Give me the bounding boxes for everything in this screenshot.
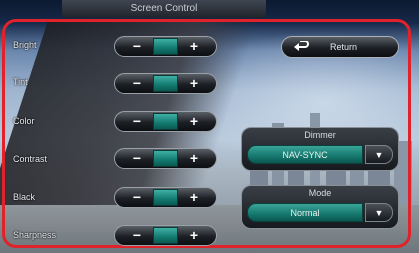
dimmer-dropdown-arrow-icon[interactable]: ▼ [365, 145, 393, 164]
contrast-stepper: − + [114, 148, 217, 169]
tint-level-indicator [153, 75, 178, 92]
dimmer-select[interactable]: NAV-SYNC ▼ [247, 145, 393, 164]
bright-level-indicator [153, 38, 178, 55]
color-plus-button[interactable]: + [178, 112, 210, 131]
mode-value[interactable]: Normal [247, 203, 363, 222]
tint-label: Tint [13, 77, 28, 87]
black-minus-button[interactable]: − [121, 188, 153, 207]
color-stepper: − + [114, 111, 217, 132]
mode-panel: Mode Normal ▼ [241, 185, 399, 229]
tint-minus-button[interactable]: − [121, 74, 153, 93]
color-level-indicator [153, 113, 178, 130]
color-minus-button[interactable]: − [121, 112, 153, 131]
contrast-level-indicator [153, 150, 178, 167]
mode-select[interactable]: Normal ▼ [247, 203, 393, 222]
black-stepper: − + [114, 187, 217, 208]
black-label: Black [13, 192, 36, 202]
sharpness-label: Sharpness [13, 230, 57, 240]
tint-plus-button[interactable]: + [178, 74, 210, 93]
color-label: Color [13, 116, 35, 126]
mode-title: Mode [308, 188, 332, 198]
contrast-minus-button[interactable]: − [121, 149, 153, 168]
black-level-indicator [153, 189, 178, 206]
screen-title: Screen Control [62, 0, 266, 18]
dimmer-panel: Dimmer NAV-SYNC ▼ [241, 127, 399, 171]
contrast-label: Contrast [13, 154, 48, 164]
bright-minus-button[interactable]: − [121, 37, 153, 56]
dimmer-value[interactable]: NAV-SYNC [247, 145, 363, 164]
mode-dropdown-arrow-icon[interactable]: ▼ [365, 203, 393, 222]
sharpness-level-indicator [153, 227, 178, 244]
return-button[interactable]: Return [281, 36, 399, 58]
sharpness-minus-button[interactable]: − [121, 226, 153, 245]
sharpness-plus-button[interactable]: + [178, 226, 210, 245]
bright-label: Bright [13, 40, 37, 50]
dimmer-title: Dimmer [304, 130, 336, 140]
return-label: Return [330, 42, 358, 52]
black-plus-button[interactable]: + [178, 188, 210, 207]
bright-stepper: − + [114, 36, 217, 57]
sharpness-stepper: − + [114, 225, 217, 246]
tint-stepper: − + [114, 73, 217, 94]
contrast-plus-button[interactable]: + [178, 149, 210, 168]
return-arrow-icon [294, 40, 310, 54]
bright-plus-button[interactable]: + [178, 37, 210, 56]
